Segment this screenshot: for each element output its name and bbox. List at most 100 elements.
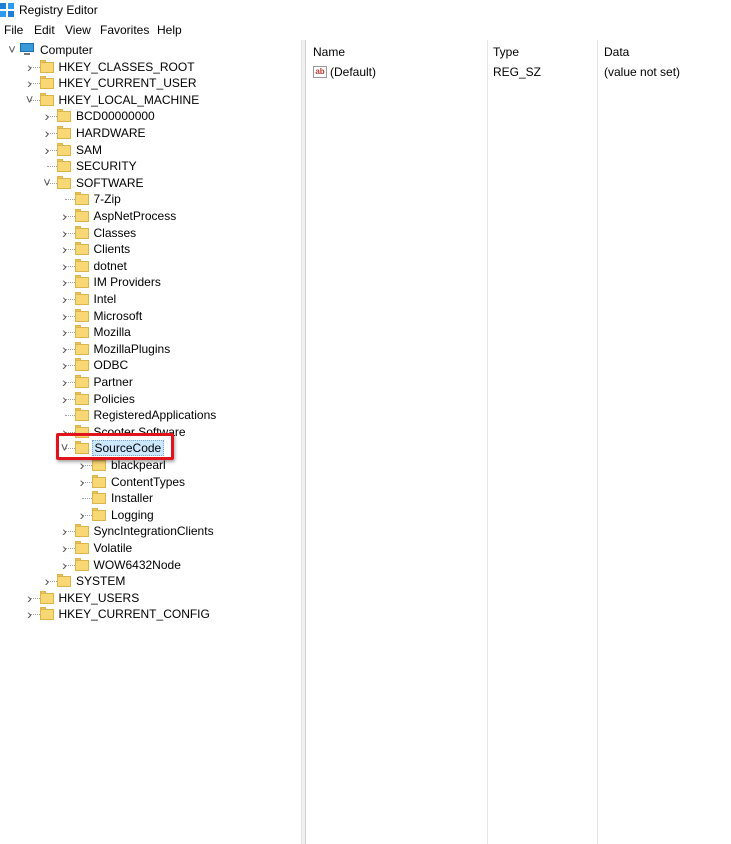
tree-item-label[interactable]: SAM [74, 142, 104, 158]
tree-item-label[interactable]: HKEY_CLASSES_ROOT [57, 59, 197, 75]
chevron-down-icon[interactable]: ˅ [41, 175, 53, 191]
chevron-right-icon[interactable]: › [59, 357, 71, 373]
tree-item[interactable]: RegisteredApplications [0, 407, 301, 423]
tree-item-label[interactable]: Volatile [92, 540, 135, 556]
chevron-down-icon[interactable]: ˅ [24, 92, 36, 108]
tree-item[interactable]: › IM Providers [0, 274, 301, 290]
chevron-right-icon[interactable]: › [59, 324, 71, 340]
column-divider[interactable] [597, 40, 598, 844]
tree-item[interactable]: › Intel [0, 291, 301, 307]
tree-item-label[interactable]: Computer [38, 42, 95, 58]
chevron-right-icon[interactable]: › [76, 507, 88, 523]
tree-item[interactable]: › Policies [0, 391, 301, 407]
tree-item[interactable]: › BCD00000000 [0, 108, 301, 124]
menu-view[interactable]: View [65, 23, 91, 38]
chevron-down-icon[interactable]: ˅ [6, 42, 18, 58]
tree-item[interactable]: › Classes [0, 225, 301, 241]
tree-item-label[interactable]: SOFTWARE [74, 175, 146, 191]
tree-item[interactable]: › HKEY_CLASSES_ROOT [0, 59, 301, 75]
tree-item-label[interactable]: HKEY_USERS [57, 590, 142, 606]
tree-item-label[interactable]: Policies [92, 391, 137, 407]
menu-help[interactable]: Help [157, 23, 182, 38]
tree-item[interactable]: › Microsoft [0, 308, 301, 324]
tree-item-label[interactable]: Microsoft [92, 308, 145, 324]
tree-item-label[interactable]: ODBC [92, 357, 131, 373]
menu-file[interactable]: File [4, 23, 23, 38]
chevron-right-icon[interactable]: › [59, 308, 71, 324]
tree-item[interactable]: › ODBC [0, 357, 301, 373]
chevron-right-icon[interactable]: › [59, 557, 71, 573]
chevron-right-icon[interactable]: › [59, 274, 71, 290]
tree-item-label[interactable]: HARDWARE [74, 125, 148, 141]
tree-item-label[interactable]: HKEY_CURRENT_CONFIG [57, 606, 212, 622]
tree-item-label[interactable]: SECURITY [74, 158, 139, 174]
tree-item-label[interactable]: RegisteredApplications [92, 407, 219, 423]
chevron-right-icon[interactable]: › [24, 75, 36, 91]
tree-item-label[interactable]: Clients [92, 241, 133, 257]
chevron-right-icon[interactable]: › [59, 341, 71, 357]
tree-item[interactable]: › SYSTEM [0, 573, 301, 589]
tree-item-label[interactable]: ContentTypes [109, 474, 187, 490]
chevron-right-icon[interactable]: › [59, 208, 71, 224]
tree-item[interactable]: › SyncIntegrationClients [0, 523, 301, 539]
tree-item-label[interactable]: BCD00000000 [74, 108, 157, 124]
tree-item[interactable]: › HARDWARE [0, 125, 301, 141]
tree-item[interactable]: Installer [0, 490, 301, 506]
tree-item[interactable]: ˅ Computer [0, 42, 301, 58]
tree-item[interactable]: SECURITY [0, 158, 301, 174]
tree-item[interactable]: › AspNetProcess [0, 208, 301, 224]
tree-item[interactable]: › ContentTypes [0, 474, 301, 490]
tree-item[interactable]: › HKEY_CURRENT_USER [0, 75, 301, 91]
tree-item-label[interactable]: Partner [92, 374, 135, 390]
tree-item-label[interactable]: SYSTEM [74, 573, 127, 589]
tree-item-label[interactable]: HKEY_CURRENT_USER [57, 75, 199, 91]
tree-item[interactable]: › HKEY_CURRENT_CONFIG [0, 606, 301, 622]
tree-item[interactable]: › HKEY_USERS [0, 590, 301, 606]
chevron-right-icon[interactable]: › [24, 606, 36, 622]
tree-item-label[interactable]: Classes [92, 225, 139, 241]
tree-item[interactable]: ˅ HKEY_LOCAL_MACHINE [0, 92, 301, 108]
tree-item-label[interactable]: SyncIntegrationClients [92, 523, 216, 539]
tree-item-label[interactable]: WOW6432Node [92, 557, 183, 573]
tree-item[interactable]: › Mozilla [0, 324, 301, 340]
menu-favorites[interactable]: Favorites [100, 23, 149, 38]
tree-item[interactable]: › Clients [0, 241, 301, 257]
column-header-data[interactable]: Data [604, 44, 629, 60]
tree-item[interactable]: 7-Zip [0, 191, 301, 207]
tree-item[interactable]: › SAM [0, 142, 301, 158]
tree-item[interactable]: › Logging [0, 507, 301, 523]
tree-item[interactable]: › dotnet [0, 258, 301, 274]
tree-item-label[interactable]: Mozilla [92, 324, 133, 340]
menu-edit[interactable]: Edit [34, 23, 55, 38]
chevron-right-icon[interactable]: › [59, 540, 71, 556]
tree-item-label[interactable]: AspNetProcess [92, 208, 179, 224]
tree-item-label[interactable]: HKEY_LOCAL_MACHINE [57, 92, 202, 108]
chevron-right-icon[interactable]: › [59, 241, 71, 257]
chevron-right-icon[interactable]: › [24, 59, 36, 75]
tree-item-label[interactable]: 7-Zip [92, 191, 123, 207]
column-header-name[interactable]: Name [313, 44, 345, 60]
chevron-right-icon[interactable]: › [59, 374, 71, 390]
tree-item[interactable]: › WOW6432Node [0, 557, 301, 573]
chevron-right-icon[interactable]: › [41, 125, 53, 141]
tree-item[interactable]: ˅ SOFTWARE [0, 175, 301, 191]
tree-item-label[interactable]: IM Providers [92, 274, 163, 290]
chevron-right-icon[interactable]: › [41, 573, 53, 589]
chevron-right-icon[interactable]: › [59, 225, 71, 241]
chevron-right-icon[interactable]: › [41, 142, 53, 158]
tree-item[interactable]: › Volatile [0, 540, 301, 556]
tree-item-label[interactable]: Logging [109, 507, 156, 523]
column-header-type[interactable]: Type [493, 44, 519, 60]
chevron-right-icon[interactable]: › [24, 590, 36, 606]
tree-item[interactable]: › Partner [0, 374, 301, 390]
chevron-right-icon[interactable]: › [59, 291, 71, 307]
column-divider[interactable] [487, 40, 488, 844]
chevron-right-icon[interactable]: › [59, 523, 71, 539]
chevron-right-icon[interactable]: › [76, 474, 88, 490]
tree-item-label[interactable]: MozillaPlugins [92, 341, 173, 357]
chevron-right-icon[interactable]: › [41, 108, 53, 124]
tree-item-label[interactable]: Installer [109, 490, 155, 506]
chevron-right-icon[interactable]: › [59, 258, 71, 274]
values-list[interactable]: Name Type Data ab (Default) REG_SZ (valu… [305, 40, 731, 844]
tree-item-label[interactable]: Intel [92, 291, 119, 307]
